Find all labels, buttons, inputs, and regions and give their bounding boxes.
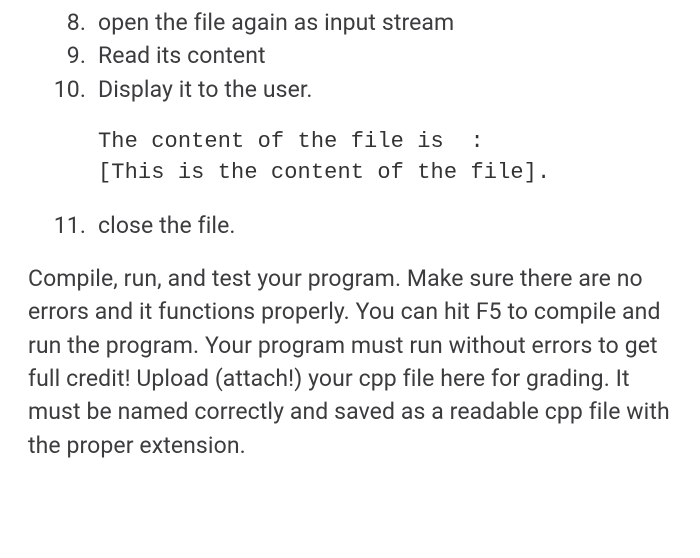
step-list-continued: 11. close the file. — [28, 209, 680, 242]
step-text: close the file. — [98, 212, 236, 239]
step-text: open the file again as input stream — [98, 9, 454, 36]
step-number: 9. — [28, 39, 86, 72]
document-body: 8. open the file again as input stream 9… — [0, 0, 700, 462]
step-item-8: 8. open the file again as input stream — [28, 6, 680, 39]
step-item-10: 10. Display it to the user. — [28, 73, 680, 106]
step-item-9: 9. Read its content — [28, 39, 680, 72]
step-item-11: 11. close the file. — [28, 209, 680, 242]
code-output-block: The content of the file is : [This is th… — [98, 126, 680, 188]
step-number: 11. — [28, 209, 86, 242]
step-text: Read its content — [98, 42, 266, 69]
step-text: Display it to the user. — [98, 76, 313, 103]
step-list: 8. open the file again as input stream 9… — [28, 6, 680, 106]
step-number: 8. — [28, 6, 86, 39]
step-number: 10. — [28, 73, 86, 106]
instructions-paragraph: Compile, run, and test your program. Mak… — [28, 262, 680, 462]
